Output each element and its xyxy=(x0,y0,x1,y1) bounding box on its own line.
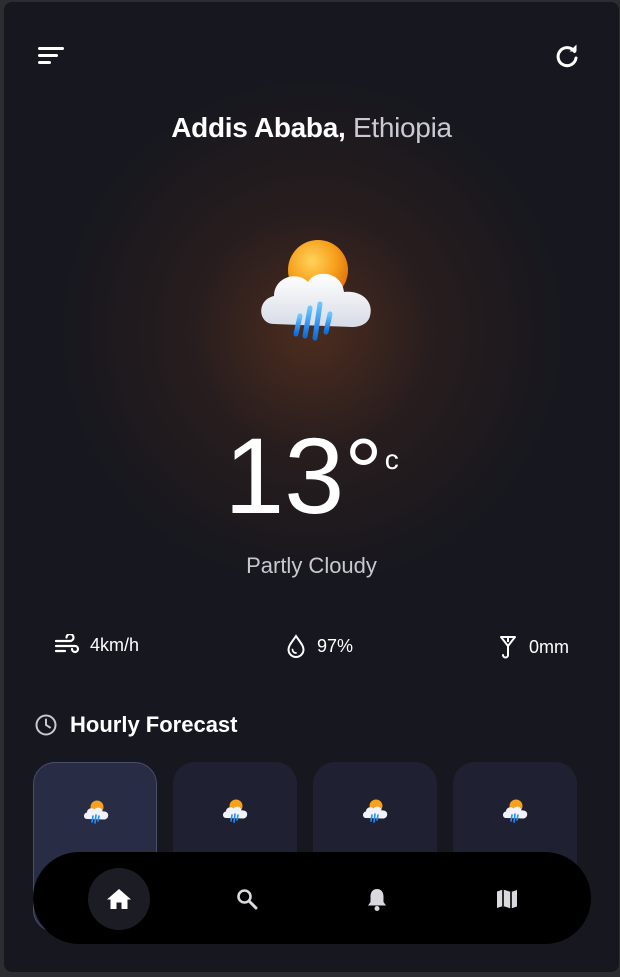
weather-condition: Partly Cloudy xyxy=(246,553,377,578)
refresh-icon xyxy=(556,44,578,68)
wind-stat: 4km/h xyxy=(54,634,139,656)
home-icon xyxy=(107,889,131,909)
temperature-value: 13 xyxy=(224,415,345,536)
humidity-value: 97% xyxy=(317,635,354,656)
humidity-stat: 97% xyxy=(285,634,353,658)
search-icon xyxy=(237,889,258,910)
sun-cloud-rain-icon xyxy=(503,799,528,823)
precipitation-value: 0mm xyxy=(529,636,569,657)
nav-notifications[interactable] xyxy=(346,868,408,930)
city-name: Addis Ababa, xyxy=(171,112,346,143)
current-temperature: 13°c xyxy=(4,422,619,530)
weather-screen: Addis Ababa, Ethiopia 13°c Partly Cloudy… xyxy=(4,2,619,972)
nav-home[interactable] xyxy=(88,868,150,930)
nav-search[interactable] xyxy=(216,868,278,930)
umbrella-icon xyxy=(500,636,516,659)
country-name: Ethiopia xyxy=(352,112,452,143)
bottom-navigation xyxy=(33,852,591,944)
water-drop-icon xyxy=(287,634,305,658)
hourly-forecast-title: Hourly Forecast xyxy=(70,712,238,737)
sun-cloud-rain-icon xyxy=(223,799,248,823)
wind-value: 4km/h xyxy=(90,634,140,655)
location-title: Addis Ababa, Ethiopia xyxy=(4,112,619,144)
sun-cloud-rain-icon xyxy=(261,240,371,341)
sun-cloud-rain-icon xyxy=(84,800,109,824)
hourly-forecast-header: Hourly Forecast xyxy=(34,712,238,738)
precipitation-stat: 0mm xyxy=(497,634,569,660)
sun-cloud-rain-icon xyxy=(363,799,388,823)
menu-button[interactable] xyxy=(36,42,66,72)
wind-icon xyxy=(54,634,80,654)
menu-icon xyxy=(38,47,64,64)
bell-icon xyxy=(368,889,386,911)
refresh-button[interactable] xyxy=(552,42,582,72)
clock-icon xyxy=(35,714,57,736)
nav-map[interactable] xyxy=(476,868,538,930)
temperature-unit: c xyxy=(384,444,399,475)
map-icon xyxy=(497,889,517,909)
degree-symbol: ° xyxy=(344,419,383,526)
